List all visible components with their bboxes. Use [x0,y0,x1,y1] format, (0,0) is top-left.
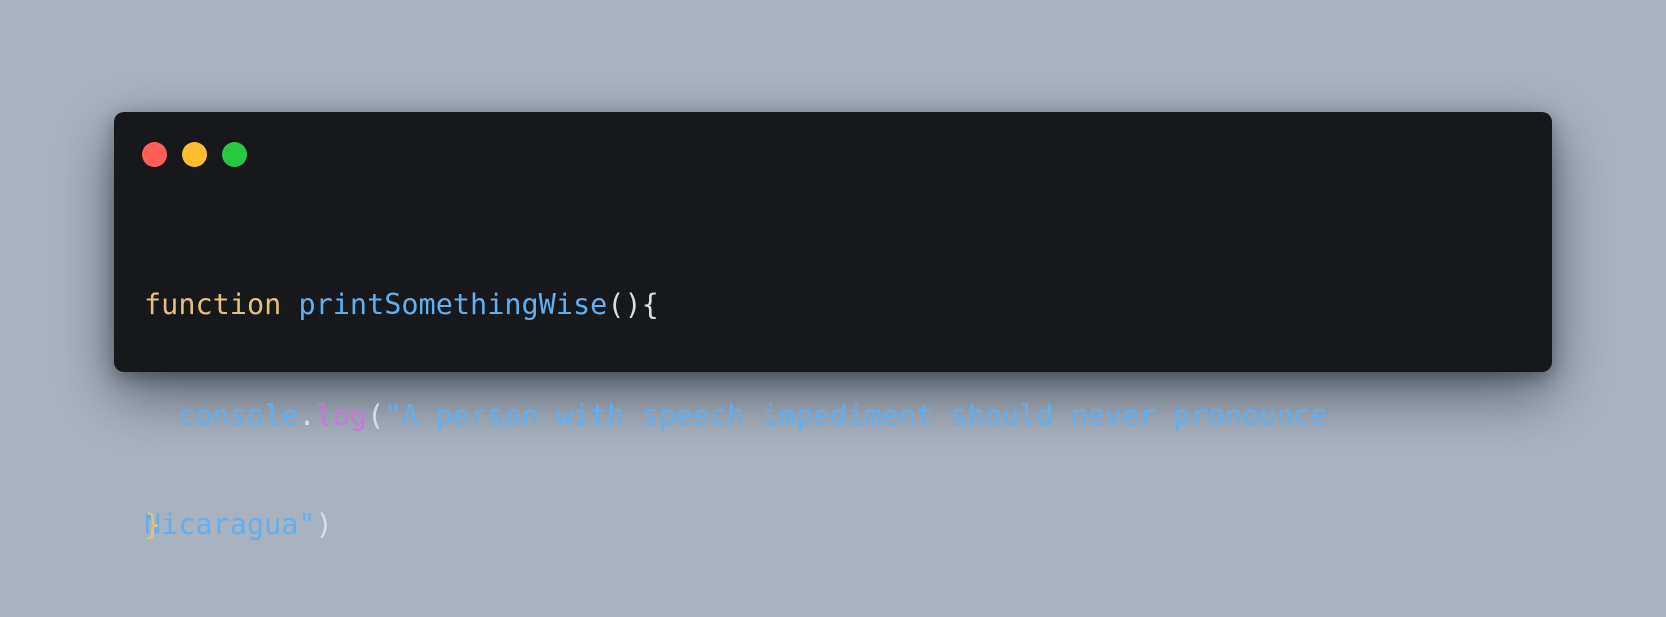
log-method: log [315,399,368,432]
desktop-background: { "colors": { "background": "#a9b3bf", "… [0,0,1666,541]
code-line-3: } Nicaragua") [144,506,1328,543]
closing-brace: } [144,508,162,541]
code-window: function printSomethingWise(){ console.l… [114,112,1552,541]
code-line-1: function printSomethingWise(){ [144,286,1328,323]
string-literal-part-1: "A person with speech impediment should … [384,399,1328,432]
code-line-2: console.log("A person with speech impedi… [144,397,1328,434]
window-controls [142,142,247,167]
console-identifier: console [178,399,299,432]
close-button[interactable] [142,142,167,167]
function-parens-brace: (){ [607,288,659,321]
code-block: function printSomethingWise(){ console.l… [144,212,1328,617]
close-paren: ) [315,508,333,541]
open-paren: ( [367,399,385,432]
keyword-function: function [144,288,282,321]
string-literal-part-2: Nicaragua" [144,508,316,541]
member-dot: . [298,399,316,432]
maximize-button[interactable] [222,142,247,167]
minimize-button[interactable] [182,142,207,167]
function-name: printSomethingWise [298,288,608,321]
